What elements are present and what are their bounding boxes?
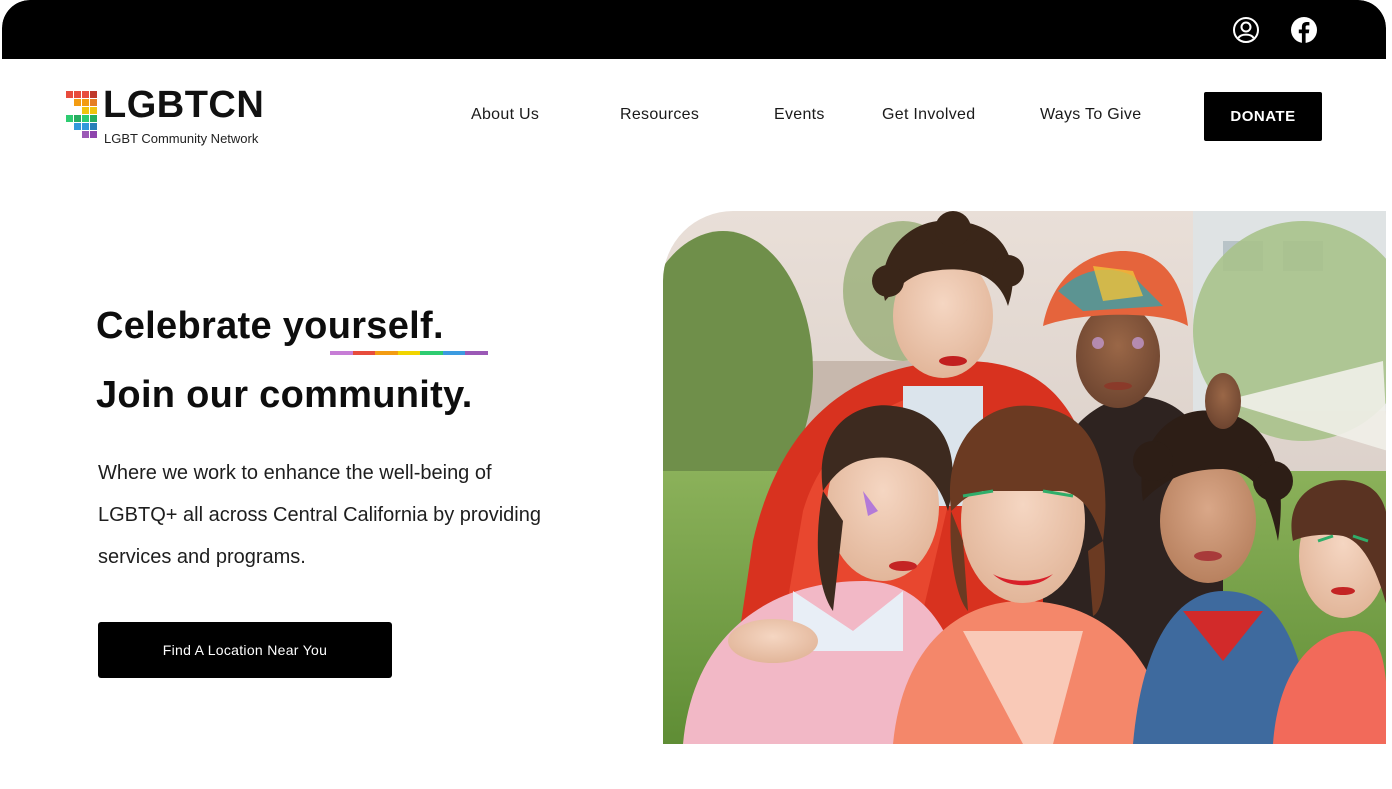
donate-button[interactable]: DONATE (1204, 92, 1322, 141)
headline-highlight: yourself. (282, 305, 444, 347)
nav-item-about-us[interactable]: About Us (471, 106, 539, 124)
page: LGBTCN LGBT Community Network About Us R… (2, 0, 1386, 789)
hero-headline-line2: Join our community. (96, 374, 473, 416)
top-bar (2, 0, 1386, 59)
facebook-icon[interactable] (1290, 16, 1318, 44)
brand-tagline: LGBT Community Network (104, 131, 259, 146)
hero-photo (663, 211, 1386, 744)
rainbow-underline (330, 351, 489, 355)
logo-mark-icon (66, 91, 97, 138)
hero-headline-line1: Celebrate yourself. (96, 305, 444, 348)
headline-prefix: Celebrate (96, 305, 283, 347)
nav-item-get-involved[interactable]: Get Involved (882, 106, 975, 124)
nav-item-ways-to-give[interactable]: Ways To Give (1040, 106, 1141, 124)
nav-item-events[interactable]: Events (774, 106, 825, 124)
brand-logo[interactable]: LGBTCN LGBT Community Network (66, 84, 296, 150)
hero-description: Where we work to enhance the well-being … (98, 462, 541, 568)
user-account-icon[interactable] (1232, 16, 1260, 44)
find-location-button[interactable]: Find A Location Near You (98, 622, 392, 678)
nav-item-resources[interactable]: Resources (620, 106, 699, 124)
brand-name: LGBTCN (103, 84, 265, 126)
